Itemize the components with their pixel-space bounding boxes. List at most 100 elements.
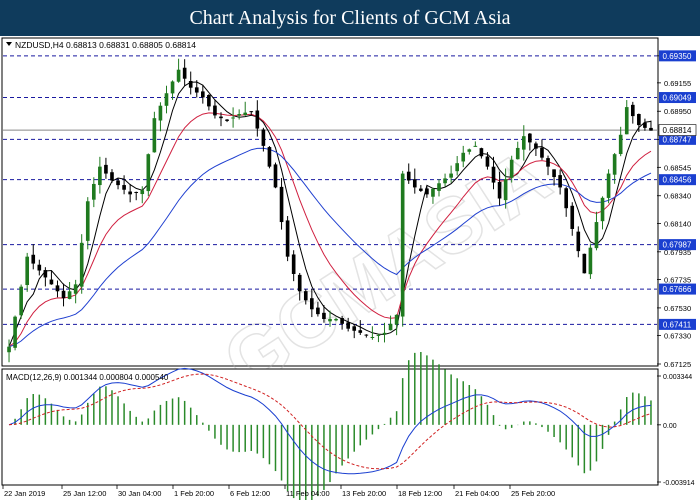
candle-body-93 <box>570 205 575 229</box>
candle-body-101 <box>618 134 623 155</box>
candle-body-90 <box>552 169 556 178</box>
candle-body-95 <box>582 253 587 274</box>
candle-body-100 <box>612 154 617 175</box>
candle-body-30 <box>188 80 193 88</box>
candle-body-69 <box>425 188 429 195</box>
candle-body-68 <box>419 188 423 191</box>
candle-body-85 <box>521 136 526 150</box>
candle-body-24 <box>152 118 157 153</box>
candle-body-9 <box>61 290 66 299</box>
candle-body-96 <box>588 247 593 275</box>
candle-body-32 <box>201 91 205 98</box>
candle-body-35 <box>219 116 223 119</box>
price-tick-label-6: 0.68140 <box>664 219 691 228</box>
candle-body-36 <box>225 119 229 121</box>
candle-body-91 <box>558 175 562 188</box>
candle-body-3 <box>25 256 30 285</box>
candle-body-14 <box>91 183 96 200</box>
candle-body-25 <box>158 105 163 121</box>
price-tick-label-9: 0.67530 <box>664 304 691 313</box>
chart-banner-title: Chart Analysis for Clients of GCM Asia <box>0 0 700 36</box>
price-tick-label-2: 0.68950 <box>664 107 691 116</box>
candle-body-72 <box>443 178 447 184</box>
level-label-4: 0.67987 <box>663 241 692 250</box>
level-label-2: 0.68747 <box>663 135 692 144</box>
candle-body-86 <box>528 133 532 143</box>
candle-body-23 <box>146 154 151 192</box>
candle-body-105 <box>643 122 647 128</box>
price-tick-label-4: 0.68545 <box>664 163 691 172</box>
price-tick-label-5: 0.68340 <box>664 192 691 201</box>
candle-body-92 <box>564 188 569 209</box>
candle-body-44 <box>273 164 278 188</box>
candle-body-28 <box>176 69 181 82</box>
candle-body-55 <box>340 318 344 324</box>
candle-body-8 <box>55 285 60 292</box>
candle-body-73 <box>449 173 453 178</box>
candle-body-104 <box>637 113 641 126</box>
candle-body-4 <box>31 254 36 264</box>
level-label-6: 0.67411 <box>663 320 692 329</box>
candle-body-66 <box>406 171 411 181</box>
candle-body-37 <box>231 117 235 119</box>
candle-body-34 <box>213 105 217 116</box>
candle-body-22 <box>140 190 145 195</box>
symbol-header: NZDUSD,H4 0.68813 0.68831 0.68805 0.6881… <box>6 40 196 50</box>
macd-tick-label-2: -0.003914 <box>663 480 695 487</box>
candle-body-78 <box>479 148 484 157</box>
candle-body-43 <box>267 147 272 167</box>
macd-tick-label-1: 0.00 <box>663 423 677 430</box>
candle-body-80 <box>491 166 496 183</box>
price-tick-label-8: 0.67735 <box>664 276 691 285</box>
candle-body-59 <box>364 334 369 336</box>
candle-body-81 <box>497 182 502 199</box>
macd-label: MACD(12,26,9) 0.001344 0.000804 0.000540 <box>6 373 169 382</box>
candle-body-74 <box>455 163 459 172</box>
candle-body-11 <box>73 284 78 294</box>
candle-body-42 <box>261 129 266 146</box>
candle-body-20 <box>128 191 132 195</box>
candle-body-10 <box>67 291 72 299</box>
candle-body-99 <box>606 173 611 198</box>
candle-body-2 <box>19 286 23 316</box>
candle-body-61 <box>376 334 381 336</box>
candle-body-94 <box>576 231 581 252</box>
candle-body-71 <box>437 183 441 191</box>
candle-body-6 <box>43 270 48 278</box>
candle-body-16 <box>104 164 108 174</box>
time-tick-label-5: 11 Feb 04:00 <box>286 489 330 498</box>
candle-body-56 <box>346 322 350 329</box>
candle-body-77 <box>473 145 478 147</box>
candle-body-19 <box>122 185 126 190</box>
candle-body-39 <box>243 112 248 116</box>
candle-body-29 <box>182 67 187 79</box>
symbol-header-text: NZDUSD,H4 0.68813 0.68831 0.68805 0.6881… <box>15 40 196 50</box>
candle-body-31 <box>194 87 199 93</box>
candle-body-82 <box>503 179 508 201</box>
candle-body-83 <box>509 159 514 178</box>
candle-body-47 <box>291 254 296 274</box>
time-tick-label-2: 30 Jan 04:00 <box>118 489 161 498</box>
macd-panel: 0.003344 0.00 -0.003914 MACD(12,26,9) 0.00… <box>1 351 695 500</box>
candle-body-1 <box>13 316 17 348</box>
price-panel: GCMASIA 0.693500.691550.689500.687470.68… <box>1 37 697 406</box>
time-tick-label-8: 21 Feb 04:00 <box>455 489 499 498</box>
candle-body-48 <box>297 274 302 292</box>
candle-body-57 <box>352 326 357 331</box>
candle-body-102 <box>624 107 629 135</box>
candle-body-70 <box>431 188 435 197</box>
time-tick-label-6: 13 Feb 20:00 <box>342 489 386 498</box>
candle-body-64 <box>394 314 399 325</box>
candle-body-84 <box>515 147 520 160</box>
candle-body-49 <box>303 291 308 301</box>
candle-body-88 <box>540 147 544 158</box>
candle-body-12 <box>79 242 84 287</box>
candle-body-26 <box>164 93 169 106</box>
candle-body-79 <box>485 156 490 167</box>
time-tick-label-9: 25 Feb 20:00 <box>511 489 555 498</box>
candle-body-27 <box>170 81 175 94</box>
candle-body-76 <box>467 149 472 152</box>
candle-body-103 <box>630 104 635 117</box>
level-label-3: 0.68456 <box>663 176 692 185</box>
candle-body-51 <box>316 307 320 315</box>
